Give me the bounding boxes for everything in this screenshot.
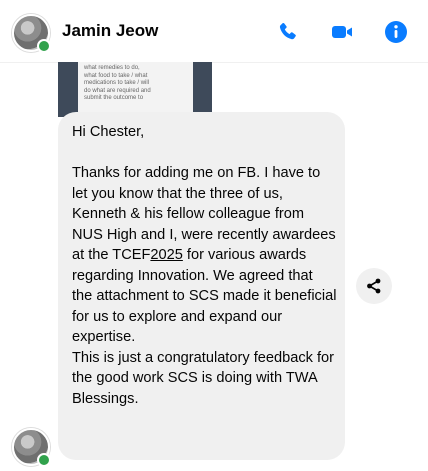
online-status-indicator [37,39,51,53]
share-message-button[interactable] [356,268,392,304]
message-body-part2: for various awards regarding Innovation.… [72,247,337,407]
phone-call-button[interactable] [276,20,300,44]
chat-header: Jamin Jeow [0,0,428,62]
attachment-line: submit the outcome to [84,95,144,101]
attachment-line: medications to take / will [84,80,150,86]
attachment-line: what food to take / what [84,72,148,79]
online-status-indicator [37,453,51,467]
contact-avatar[interactable] [12,14,51,53]
sender-avatar[interactable] [12,428,51,467]
conversation-info-button[interactable] [384,20,408,44]
contact-name[interactable]: Jamin Jeow [62,21,158,41]
message-greeting: Hi Chester, [72,124,145,140]
message-text: Hi Chester, Thanks for adding me on FB. … [72,122,337,409]
phone-icon [279,22,296,40]
attachment-line: do what are required and [84,87,151,94]
message-bubble[interactable]: Hi Chester, Thanks for adding me on FB. … [58,112,345,460]
attachment-document-preview: what remedies to do, what food to take /… [78,62,193,117]
message-year: 2025 [150,247,183,263]
attachment-image[interactable]: what remedies to do, what food to take /… [58,62,212,117]
video-camera-icon [332,26,352,38]
share-icon [367,278,381,294]
info-icon [385,21,407,43]
video-call-button[interactable] [330,20,354,44]
attachment-line: what remedies to do, [84,65,140,71]
